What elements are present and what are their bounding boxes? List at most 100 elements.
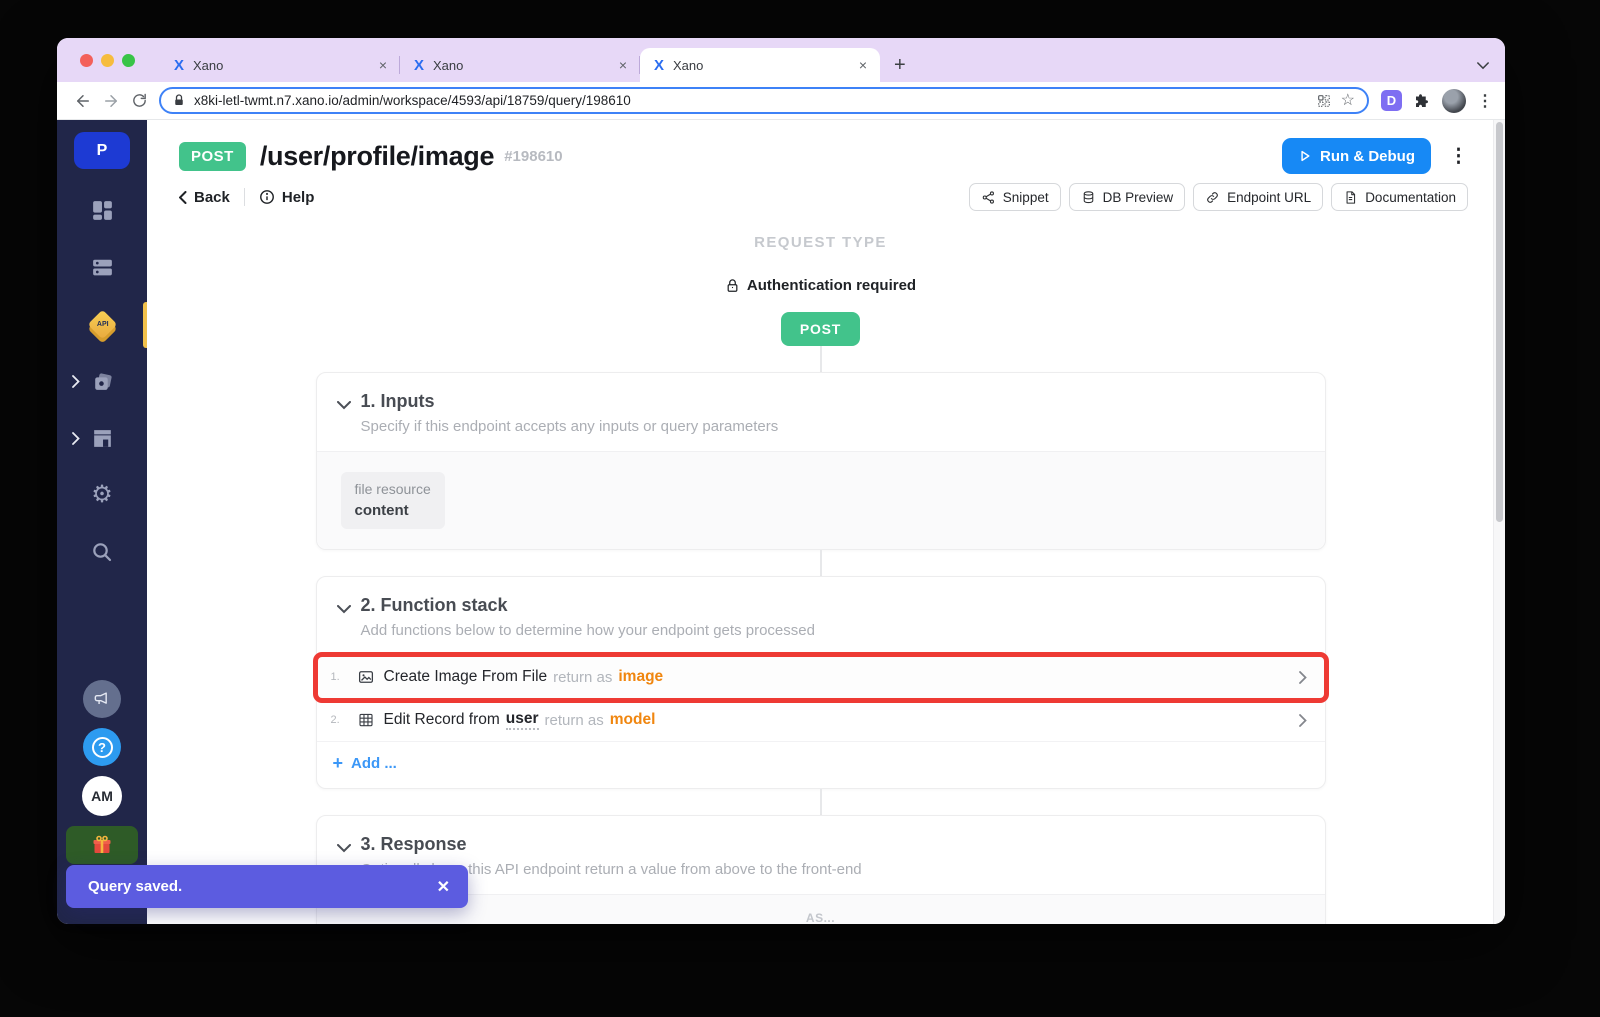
request-type-label: REQUEST TYPE xyxy=(316,234,1326,251)
xano-favicon-icon: X xyxy=(414,57,424,74)
scrollbar[interactable] xyxy=(1493,120,1505,924)
divider xyxy=(244,188,245,206)
function-row-create-image[interactable]: 1. Create Image From File return as imag… xyxy=(317,656,1325,699)
inputs-section: 1. Inputs Specify if this endpoint accep… xyxy=(316,372,1326,550)
add-function-button[interactable]: + Add ... xyxy=(317,742,1325,788)
sidebar-item-dashboard[interactable] xyxy=(57,197,147,223)
function-stack-section: 2. Function stack Add functions below to… xyxy=(316,576,1326,789)
page-header: POST /user/profile/image #198610 Run & D… xyxy=(147,120,1494,210)
method-badge: POST xyxy=(179,142,246,171)
input-chip-content[interactable]: file resource content xyxy=(341,472,445,529)
tab-xano-2[interactable]: X Xano × xyxy=(400,48,640,82)
tab-close-icon[interactable]: × xyxy=(616,57,630,73)
traffic-light-close[interactable] xyxy=(80,54,93,67)
dashboard-icon xyxy=(90,198,115,223)
back-icon[interactable] xyxy=(69,87,97,115)
help-link[interactable]: Help xyxy=(259,189,315,206)
documentation-button[interactable]: Documentation xyxy=(1331,183,1468,211)
db-preview-button[interactable]: DB Preview xyxy=(1069,183,1186,211)
gift-button[interactable] xyxy=(66,826,138,864)
page-menu-icon[interactable]: ⋮ xyxy=(1449,145,1468,168)
function-rows: 1. Create Image From File return as imag… xyxy=(317,655,1325,788)
extension-d-icon[interactable]: D xyxy=(1381,90,1402,111)
tab-close-icon[interactable]: × xyxy=(376,57,390,73)
sidebar-item-library[interactable] xyxy=(57,368,147,394)
section-title: 1. Inputs xyxy=(361,391,779,412)
toast-query-saved: Query saved. ✕ xyxy=(66,865,468,908)
tab-close-icon[interactable]: × xyxy=(856,57,870,73)
chevron-down-icon[interactable] xyxy=(337,601,351,641)
close-icon[interactable]: ✕ xyxy=(437,877,450,897)
browser-menu-icon[interactable]: ⋮ xyxy=(1477,91,1493,111)
function-stack-header[interactable]: 2. Function stack Add functions below to… xyxy=(317,577,1325,655)
xano-app: P API xyxy=(57,120,1505,924)
announcements-button[interactable] xyxy=(83,680,121,718)
endpoint-url-button[interactable]: Endpoint URL xyxy=(1193,183,1323,211)
browser-window: X Xano × X Xano × X Xano × + xyxy=(57,38,1505,924)
function-row-edit-record[interactable]: 2. Edit Record from user return as model xyxy=(317,699,1325,742)
library-icon xyxy=(90,369,115,394)
sidebar-item-database[interactable] xyxy=(57,254,147,280)
reload-icon[interactable] xyxy=(125,87,153,115)
new-tab-button[interactable]: + xyxy=(894,55,906,75)
tab-search-chevron-icon[interactable] xyxy=(1477,62,1489,70)
sidebar-item-api-active[interactable]: API xyxy=(57,311,147,337)
table-name: user xyxy=(506,710,539,730)
tab-group-icon[interactable] xyxy=(1316,93,1332,109)
sidebar-item-search[interactable] xyxy=(57,539,147,565)
bookmark-star-icon[interactable]: ☆ xyxy=(1341,93,1355,109)
chevron-right-icon xyxy=(72,375,80,388)
scrollbar-thumb[interactable] xyxy=(1496,122,1503,522)
row-index: 2. xyxy=(331,714,357,726)
marketplace-icon xyxy=(90,426,115,451)
inputs-header[interactable]: 1. Inputs Specify if this endpoint accep… xyxy=(317,373,1325,451)
inputs-body: file resource content xyxy=(317,451,1325,549)
tab-xano-1[interactable]: X Xano × xyxy=(160,48,400,82)
return-as-label: return as xyxy=(553,669,612,686)
sidebar-bottom: ? AM xyxy=(66,680,138,864)
tabs: X Xano × X Xano × X Xano × xyxy=(160,48,880,82)
response-self: as self xyxy=(339,923,386,924)
url-text[interactable]: x8ki-letl-twmt.n7.xano.io/admin/workspac… xyxy=(194,93,1307,108)
help-button[interactable]: ? xyxy=(83,728,121,766)
extensions-puzzle-icon[interactable] xyxy=(1413,92,1431,110)
connector-line xyxy=(820,789,822,815)
section-title: 2. Function stack xyxy=(361,595,815,616)
database-icon xyxy=(1081,190,1096,205)
back-button[interactable]: Back xyxy=(179,189,230,206)
browser-profile-avatar[interactable] xyxy=(1442,89,1466,113)
workspace-logo[interactable]: P xyxy=(74,132,130,169)
browser-toolbar: x8ki-letl-twmt.n7.xano.io/admin/workspac… xyxy=(57,82,1505,120)
run-debug-button[interactable]: Run & Debug xyxy=(1282,138,1431,174)
chevron-right-icon xyxy=(1299,671,1307,684)
forward-icon[interactable] xyxy=(97,87,125,115)
chevron-down-icon[interactable] xyxy=(337,397,351,437)
link-icon xyxy=(1205,190,1220,205)
account-avatar[interactable]: AM xyxy=(82,776,122,816)
url-bar[interactable]: x8ki-letl-twmt.n7.xano.io/admin/workspac… xyxy=(159,87,1369,114)
share-icon xyxy=(981,190,996,205)
traffic-light-zoom[interactable] xyxy=(122,54,135,67)
lock-icon xyxy=(725,278,740,294)
tab-strip: X Xano × X Xano × X Xano × + xyxy=(57,38,1505,82)
input-name: content xyxy=(355,501,431,521)
api-icon: API xyxy=(87,309,117,339)
sidebar-item-marketplace[interactable] xyxy=(57,425,147,451)
return-variable: image xyxy=(618,668,663,686)
tab-xano-3-active[interactable]: X Xano × xyxy=(640,48,880,82)
sidebar-item-settings[interactable]: ⚙ xyxy=(57,482,147,508)
tab-label: Xano xyxy=(193,58,376,73)
gear-icon: ⚙ xyxy=(91,483,113,507)
toolbar-right: D ⋮ xyxy=(1379,89,1493,113)
input-type: file resource xyxy=(355,480,431,499)
traffic-light-minimize[interactable] xyxy=(101,54,114,67)
search-icon xyxy=(90,540,114,564)
auth-required[interactable]: Authentication required xyxy=(316,277,1326,294)
sidebar: P API xyxy=(57,120,147,924)
database-icon xyxy=(90,255,115,280)
snippet-button[interactable]: Snippet xyxy=(969,183,1061,211)
header-actions: Snippet DB Preview Endpoin xyxy=(969,183,1468,211)
page-title: /user/profile/image xyxy=(260,141,494,172)
request-method-button[interactable]: POST xyxy=(781,312,860,346)
lock-icon xyxy=(173,94,185,107)
